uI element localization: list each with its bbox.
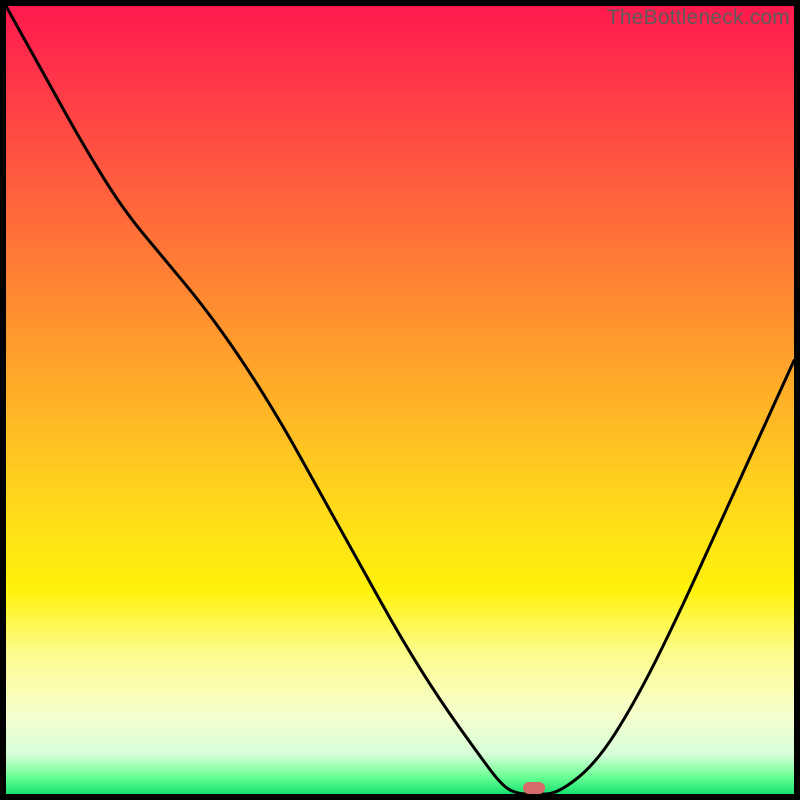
chart-container: TheBottleneck.com (0, 0, 800, 800)
optimal-point-marker (523, 782, 545, 794)
curve-path (6, 6, 794, 794)
watermark-text: TheBottleneck.com (607, 6, 790, 30)
bottleneck-curve (6, 6, 794, 794)
